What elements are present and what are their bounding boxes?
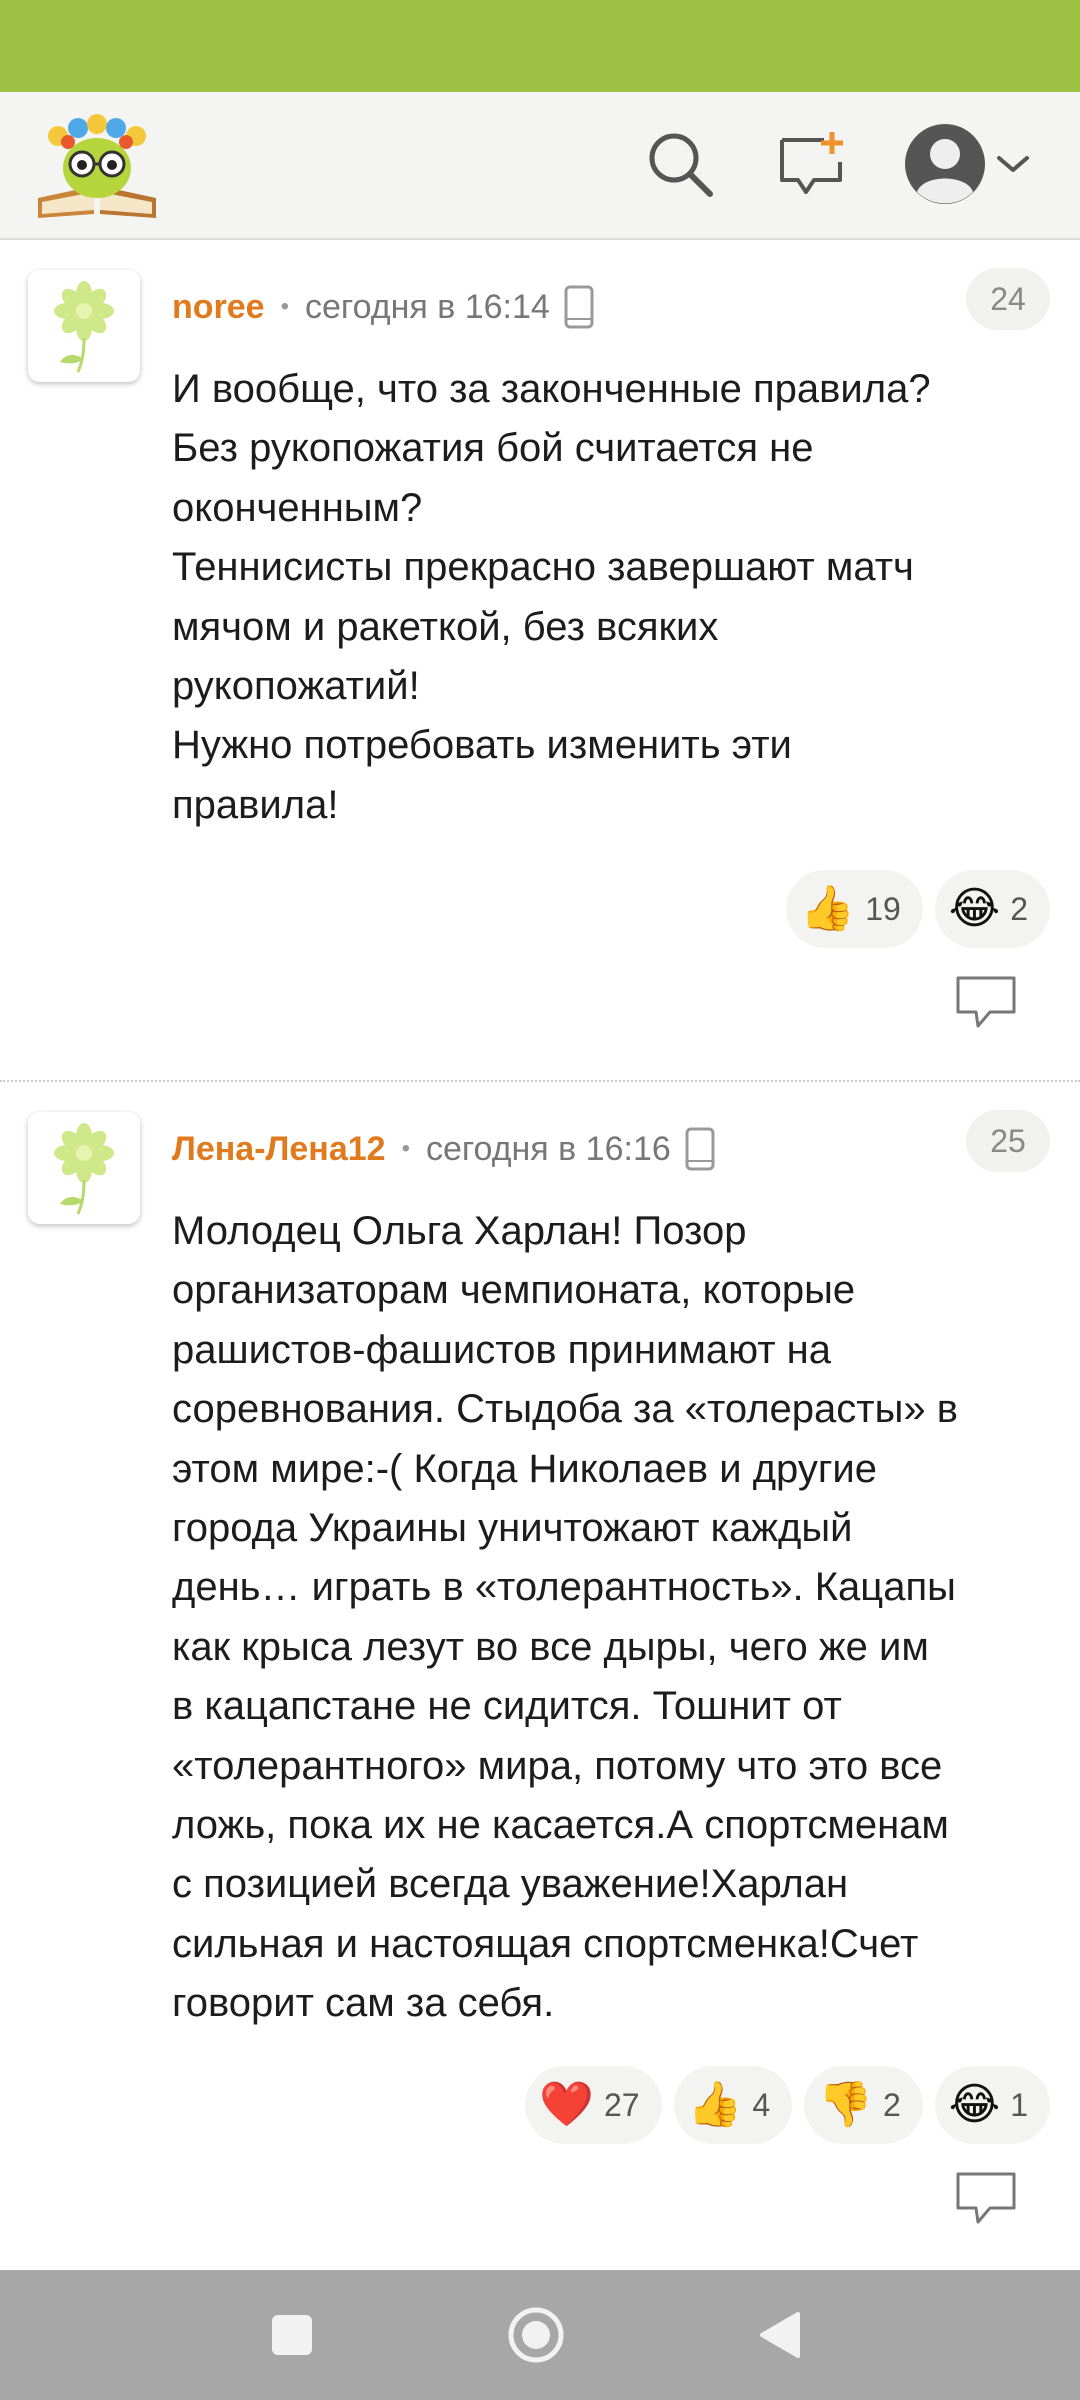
reply-button[interactable] [954,2170,1018,2226]
laughing-tears-icon: 😂 [948,2080,1001,2129]
recent-apps-button[interactable] [252,2295,332,2375]
author-name[interactable]: noree [172,288,265,327]
comment-time: сегодня в 16:14 [305,287,550,326]
app-header [0,92,1080,240]
system-navigation-bar [0,2270,1080,2400]
home-button[interactable] [496,2295,576,2375]
status-bar [0,0,1080,92]
reaction-thumbs-up[interactable]: 👍 4 [673,2066,793,2144]
back-button[interactable] [740,2295,820,2375]
reactions-bar: ❤️ 27 👍 4 👎 2 😂 1 [525,2066,1050,2144]
comment-text: И вообще, что за законченные правила? Бе… [172,367,931,827]
search-button[interactable] [632,118,728,214]
reactions-bar: 👍 19 😂 2 [786,870,1050,948]
new-message-button[interactable] [764,118,860,214]
laughing-tears-icon: 😂 [948,884,1001,933]
reaction-thumbs-up[interactable]: 👍 19 [786,870,923,948]
reaction-thumbs-down[interactable]: 👎 2 [804,2066,923,2144]
new-message-icon [776,128,848,205]
comment-item: noree • сегодня в 16:14 24 И вообще, что… [0,242,1080,1082]
reply-bubble-icon [956,2172,1016,2224]
back-triangle-icon [760,2312,800,2358]
thumbs-up-icon: 👍 [800,884,856,933]
comment-meta: noree • сегодня в 16:14 [172,282,594,332]
reaction-count: 1 [1010,2086,1028,2123]
user-avatar-icon [903,122,987,211]
comment-number-badge[interactable]: 24 [966,268,1050,330]
mobile-device-icon [685,1127,715,1171]
site-logo[interactable] [34,106,160,224]
thumbs-up-icon: 👍 [687,2080,743,2129]
reaction-count: 2 [882,2086,901,2123]
reply-bubble-icon [956,976,1016,1028]
meta-separator: • [280,293,289,320]
reaction-count: 2 [1010,890,1028,927]
meta-separator: • [401,1135,410,1162]
comment-item: Лена-Лена12 • сегодня в 16:16 25 Молодец… [0,1084,1080,2269]
reaction-laughing[interactable]: 😂 2 [934,870,1050,948]
reply-button[interactable] [954,974,1018,1030]
reaction-laughing[interactable]: 😂 1 [934,2066,1050,2144]
comment-meta: Лена-Лена12 • сегодня в 16:16 [172,1124,715,1174]
mobile-device-icon [564,285,594,329]
heart-icon: ❤️ [539,2080,594,2129]
profile-menu-button[interactable] [892,118,1042,214]
flower-icon [54,281,114,373]
avatar[interactable] [28,270,140,382]
square-icon [272,2315,312,2355]
reaction-count: 4 [752,2086,771,2123]
thumbs-down-icon: 👎 [818,2080,873,2129]
chevron-down-icon [995,152,1031,181]
reaction-count: 19 [865,890,901,927]
avatar[interactable] [28,1112,140,1224]
comment-time: сегодня в 16:16 [425,1129,671,1168]
reaction-count: 27 [604,2086,640,2123]
search-icon [644,128,716,205]
author-name[interactable]: Лена-Лена12 [172,1130,386,1169]
reaction-heart[interactable]: ❤️ 27 [525,2066,662,2144]
home-circle-icon [508,2307,564,2363]
comment-text: Молодец Ольга Харлан! Позор организатора… [172,1209,958,2026]
comment-number-badge[interactable]: 25 [966,1110,1050,1172]
flower-icon [54,1123,114,1215]
